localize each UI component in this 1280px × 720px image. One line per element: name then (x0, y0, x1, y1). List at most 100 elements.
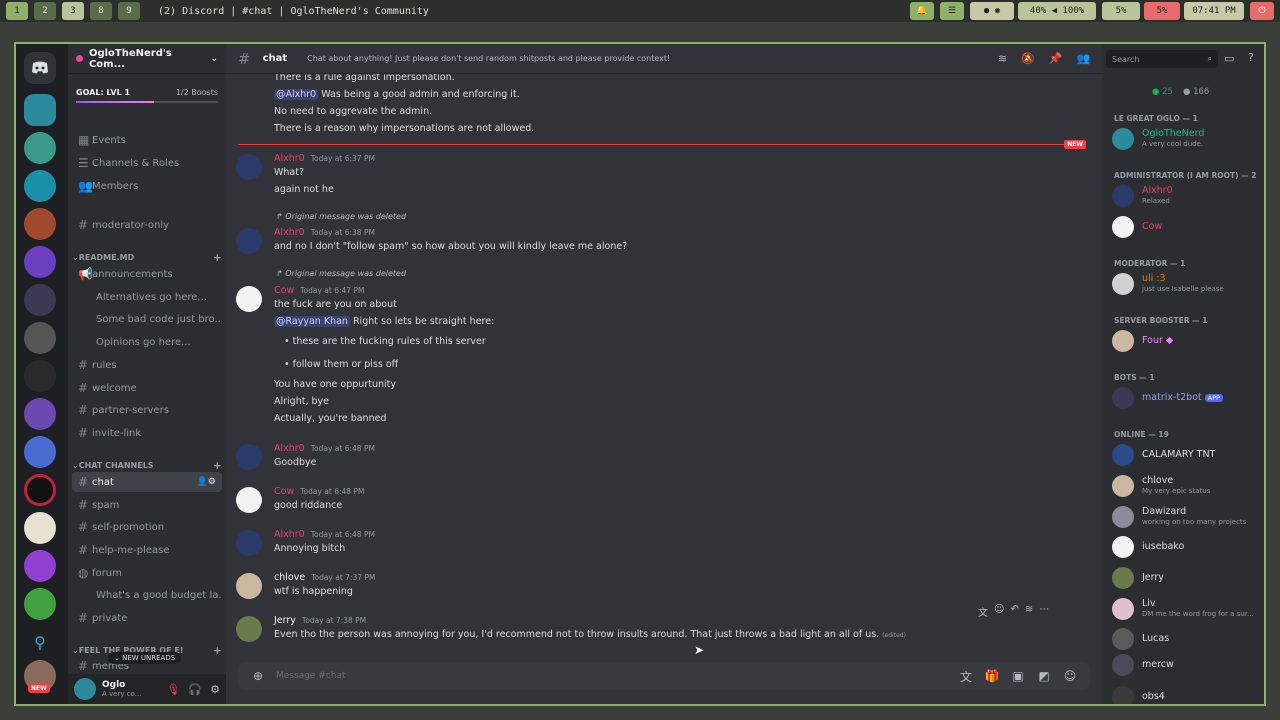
server-icon-7[interactable] (24, 322, 56, 354)
message-author[interactable]: chlove Today at 7:37 PM (274, 572, 375, 583)
mention[interactable]: @Alxhr0 (274, 89, 319, 100)
message-composer[interactable]: ⊕ Message #chat 文 🎁 ▣ ◩ ☺ (238, 662, 1090, 690)
message-author[interactable]: Alxhr0 Today at 6:38 PM (274, 227, 375, 238)
member-item[interactable]: iusebako (1112, 534, 1260, 560)
nav-members[interactable]: 👥 Members (72, 176, 222, 196)
category-chat-channels[interactable]: ⌄ CHAT CHANNELS + (72, 459, 222, 472)
sticker-icon[interactable]: ◩ (1034, 666, 1054, 686)
avatar[interactable] (236, 616, 262, 642)
power-icon[interactable]: ⏻ (1250, 2, 1274, 20)
server-icon-12[interactable] (24, 512, 56, 544)
nav-events[interactable]: ▦ Events (72, 130, 222, 150)
server-icon-2[interactable] (24, 132, 56, 164)
member-list-icon[interactable]: 👥 (1077, 52, 1091, 65)
headphones-icon[interactable]: 🎧 (188, 683, 202, 696)
invite-settings-icon[interactable]: 👤⚙ (197, 477, 216, 487)
member-item[interactable]: obs4 (1112, 684, 1260, 704)
reply-reference[interactable]: ↱ Original message was deleted (276, 212, 406, 221)
member-item[interactable]: Dawizard working on too many projects (1112, 504, 1260, 530)
avatar[interactable] (236, 154, 262, 180)
message-author[interactable]: Alxhr0 Today at 6:48 PM (274, 443, 375, 454)
member-item[interactable]: Lucas (1112, 626, 1260, 652)
thread-bad-code[interactable]: Some bad code just bro... (72, 309, 222, 329)
server-icon-15[interactable]: ⚲ (24, 626, 56, 658)
channel-spam[interactable]: # spam (72, 495, 222, 515)
message-author[interactable]: Cow Today at 6:47 PM (274, 285, 364, 296)
workspace-2[interactable]: 2 (34, 2, 56, 20)
message-input[interactable]: Message #chat (276, 671, 346, 681)
member-item[interactable]: Liv DM me the word frog for a sur... (1112, 596, 1260, 622)
server-icon-8[interactable] (24, 360, 56, 392)
avatar[interactable] (236, 487, 262, 513)
message-author[interactable]: Alxhr0 Today at 6:37 PM (274, 153, 375, 164)
channel-announcements[interactable]: 📢 announcements (72, 264, 222, 284)
help-icon[interactable]: ? (1248, 51, 1254, 64)
add-reaction-icon[interactable]: ☺ (994, 604, 1004, 619)
server-icon-13[interactable] (24, 550, 56, 582)
message-author[interactable]: Jerry Today at 7:38 PM (274, 615, 366, 626)
channel-self-promotion[interactable]: # self-promotion (72, 517, 222, 537)
member-item[interactable]: chlove My very epic status (1112, 473, 1260, 499)
server-icon-14[interactable] (24, 588, 56, 620)
channel-welcome[interactable]: # welcome (72, 378, 222, 398)
member-item[interactable]: Cow (1112, 214, 1260, 240)
channel-invite-link[interactable]: # invite-link (72, 423, 222, 443)
server-icon-11[interactable] (24, 474, 56, 506)
thread-budget[interactable]: What's a good budget la... (72, 585, 222, 605)
member-item[interactable]: matrix-t2bot APP (1112, 385, 1260, 411)
bell-icon[interactable]: 🔔 (910, 2, 934, 20)
server-oglo-icon[interactable] (24, 94, 56, 126)
discord-home-icon[interactable] (24, 52, 56, 84)
mention[interactable]: @Rayyan Khan (274, 316, 350, 327)
add-channel-icon[interactable]: + (213, 459, 222, 472)
member-item[interactable]: Alxhr0 Relaxed (1112, 183, 1260, 209)
server-icon-9[interactable] (24, 398, 56, 430)
reply-reference[interactable]: ↱ Original message was deleted (276, 269, 406, 278)
avatar[interactable] (236, 573, 262, 599)
channel-forum[interactable]: ◍ forum (72, 563, 222, 583)
audio-status[interactable]: 40% ◀ 100% (1018, 2, 1096, 20)
avatar[interactable] (74, 678, 96, 700)
emoji-icon[interactable]: ☺ (1060, 666, 1080, 686)
thread-opinions[interactable]: Opinions go here... (72, 332, 222, 352)
channel-help-me-please[interactable]: # help-me-please (72, 540, 222, 560)
avatar[interactable] (236, 286, 262, 312)
threads-icon[interactable]: ≋ (998, 52, 1007, 65)
new-unreads-pill[interactable]: ⌄ NEW UNREADS (108, 652, 182, 664)
channel-private[interactable]: # private (72, 608, 222, 628)
translate-icon[interactable]: 文 (978, 604, 988, 619)
server-icon-5[interactable] (24, 246, 56, 278)
search-input[interactable]: Search ⌕ (1106, 50, 1218, 68)
member-item[interactable]: uli :3 just use Isabelle please (1112, 271, 1260, 297)
member-item[interactable]: Four ◆ (1112, 328, 1260, 354)
thread-alternatives[interactable]: Alternatives go here... (72, 287, 222, 307)
workspace-3[interactable]: 3 (62, 2, 84, 20)
gear-icon[interactable]: ⚙ (210, 683, 220, 696)
server-icon-10[interactable] (24, 436, 56, 468)
workspace-9[interactable]: 9 (118, 2, 140, 20)
translate-icon[interactable]: 文 (956, 666, 976, 686)
workspace-8[interactable]: 8 (90, 2, 112, 20)
member-item[interactable]: Jerry (1112, 565, 1260, 591)
member-item[interactable]: OgloTheNerd A very cool dude. (1112, 126, 1260, 152)
channel-chat[interactable]: # chat 👤⚙ (72, 472, 222, 492)
inbox-icon[interactable]: ▭ (1224, 52, 1234, 65)
mic-muted-icon[interactable]: 🎙 (166, 683, 180, 696)
tray-apps-icon[interactable]: ● ◉ (970, 2, 1014, 20)
equalizer-icon[interactable]: ☰ (940, 2, 964, 20)
reply-icon[interactable]: ↶ (1010, 604, 1018, 619)
channel-topic[interactable]: Chat about anything! Just please don't s… (307, 54, 670, 63)
guild-header[interactable]: OgloTheNerd's Com... ⌄ (68, 44, 226, 74)
workspace-1[interactable]: 1 (6, 2, 28, 20)
channel-rules[interactable]: # rules (72, 355, 222, 375)
server-icon-3[interactable] (24, 170, 56, 202)
channel-moderator-only[interactable]: # moderator-only (72, 215, 222, 235)
message-author[interactable]: Alxhr0 Today at 6:48 PM (274, 529, 375, 540)
server-icon-4[interactable] (24, 208, 56, 240)
avatar[interactable] (236, 228, 262, 254)
gif-icon[interactable]: ▣ (1008, 666, 1028, 686)
member-item[interactable]: CALAMARY TNT (1112, 442, 1260, 468)
category-readme[interactable]: ⌄ README.MD + (72, 251, 222, 264)
thread-icon[interactable]: ≋ (1025, 604, 1033, 619)
member-item[interactable]: mercw (1112, 652, 1260, 678)
